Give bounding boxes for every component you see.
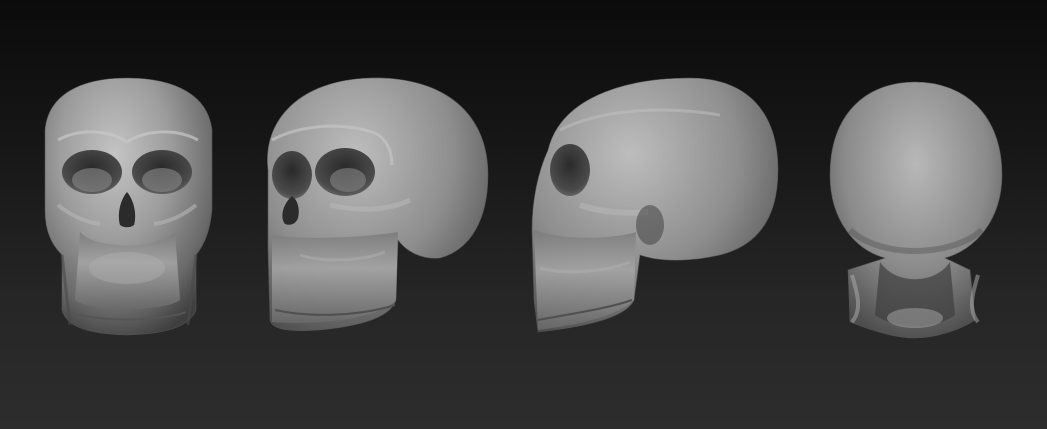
- skull-three-quarter-view: [267, 77, 489, 331]
- sculpt-canvas: [44, 77, 1003, 339]
- skull-back-view: [829, 81, 1003, 339]
- skull-front-view: [44, 77, 213, 336]
- skull-side-view: [531, 77, 779, 333]
- sculpt-viewport[interactable]: [0, 0, 1047, 429]
